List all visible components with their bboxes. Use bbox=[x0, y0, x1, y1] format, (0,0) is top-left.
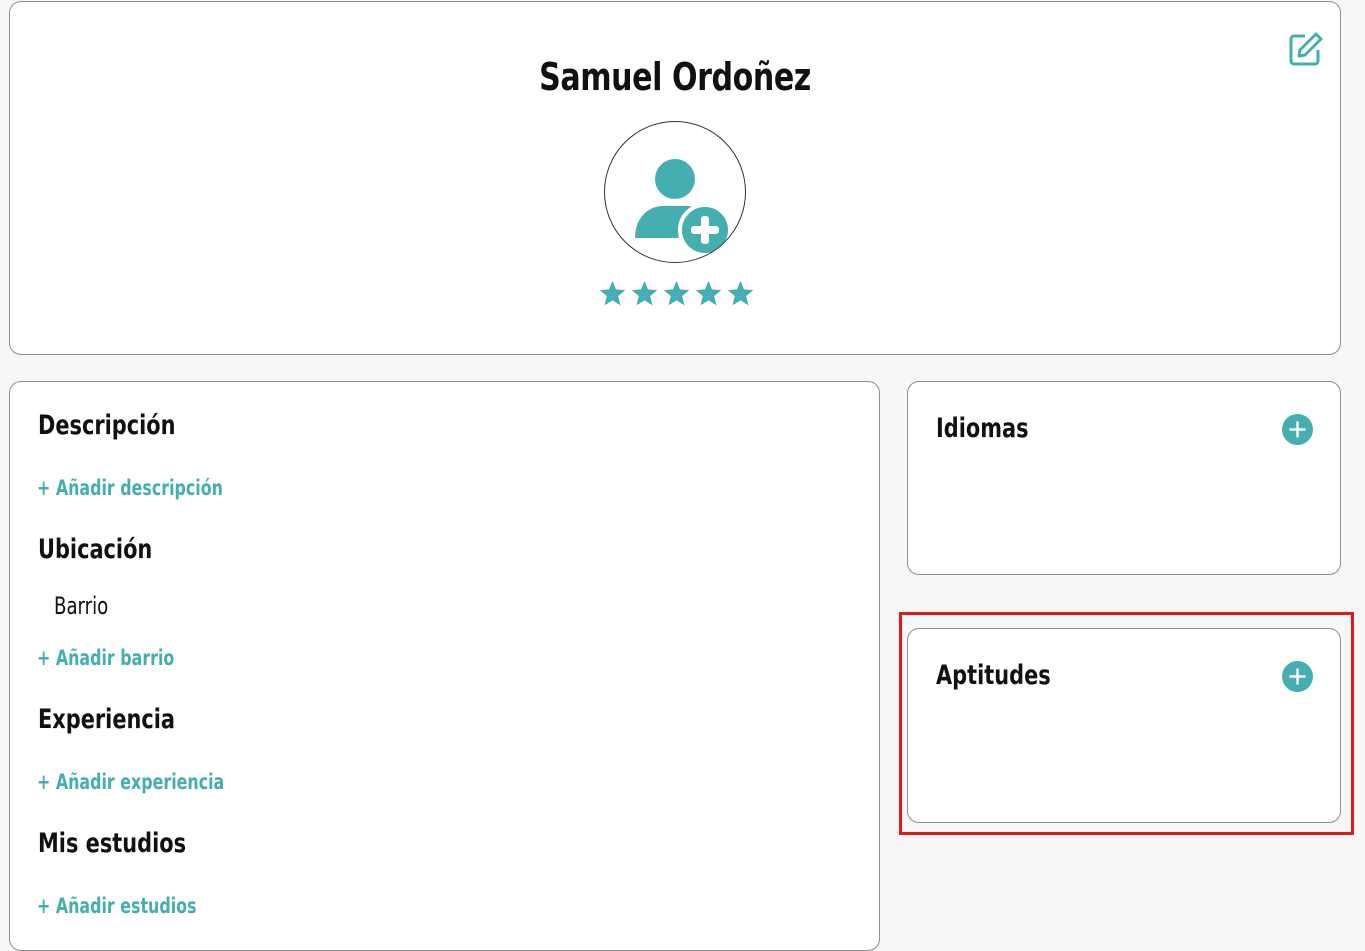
profile-details-card: Descripción + Añadir descripción Ubicaci… bbox=[9, 381, 880, 951]
edit-profile-button[interactable] bbox=[1286, 30, 1324, 68]
languages-card: Idiomas bbox=[907, 381, 1341, 575]
add-studies-link[interactable]: + Añadir estudios bbox=[37, 892, 197, 920]
profile-name: Samuel Ordoñez bbox=[539, 55, 811, 99]
star-icon bbox=[663, 280, 690, 306]
neighborhood-label: Barrio bbox=[54, 592, 109, 620]
studies-title: Mis estudios bbox=[38, 828, 187, 859]
avatar[interactable] bbox=[604, 121, 746, 263]
star-icon bbox=[695, 280, 722, 306]
location-title: Ubicación bbox=[38, 534, 153, 565]
profile-card: Samuel Ordoñez bbox=[9, 1, 1341, 355]
skills-card: Aptitudes bbox=[907, 628, 1341, 823]
languages-title: Idiomas bbox=[936, 413, 1029, 444]
description-title: Descripción bbox=[38, 410, 176, 441]
rating-stars bbox=[598, 279, 755, 308]
star-icon bbox=[727, 280, 754, 306]
add-experience-link[interactable]: + Añadir experiencia bbox=[37, 768, 224, 796]
add-skill-button[interactable] bbox=[1282, 661, 1313, 692]
add-language-button[interactable] bbox=[1282, 414, 1313, 445]
edit-icon bbox=[1289, 32, 1323, 66]
add-user-icon bbox=[635, 159, 732, 257]
plus-circle-icon bbox=[1282, 661, 1313, 692]
add-neighborhood-link[interactable]: + Añadir barrio bbox=[37, 644, 174, 672]
star-icon bbox=[599, 280, 626, 306]
plus-circle-icon bbox=[1282, 414, 1313, 445]
skills-title: Aptitudes bbox=[936, 660, 1051, 691]
experience-title: Experiencia bbox=[38, 704, 176, 735]
add-description-link[interactable]: + Añadir descripción bbox=[37, 474, 223, 502]
star-icon bbox=[631, 280, 658, 306]
